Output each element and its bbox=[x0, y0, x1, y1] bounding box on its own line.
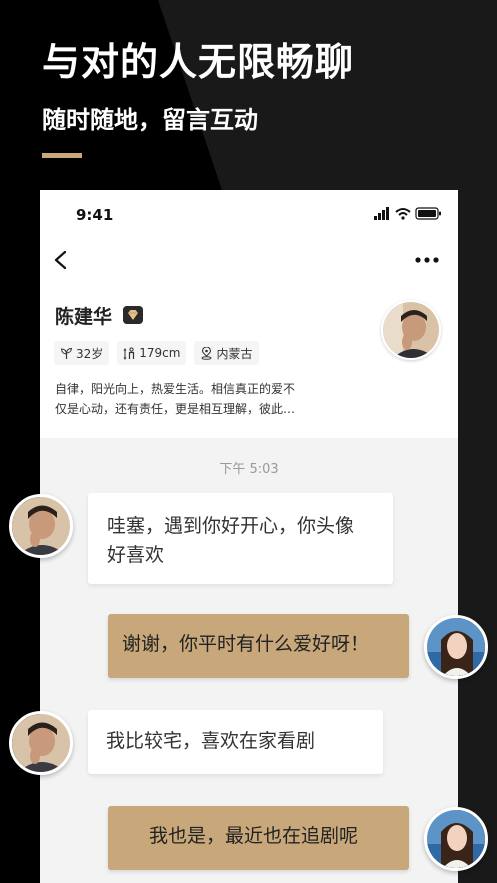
tag-label: 内蒙古 bbox=[216, 346, 253, 361]
message-text: 哇塞，遇到你好开心，你头像 bbox=[107, 515, 355, 537]
tag-height: 179cm bbox=[117, 341, 187, 365]
status-icons bbox=[374, 207, 441, 220]
profile-avatar[interactable] bbox=[381, 300, 441, 360]
message-bubble[interactable]: 哇塞，遇到你好开心，你头像 好喜欢 bbox=[88, 493, 393, 584]
promo-headline: 与对的人无限畅聊 bbox=[42, 40, 355, 84]
phone-screen: 9:41 陈建华 32岁 179cm 内蒙古 自律，阳光向上，热爱生活。相信真正… bbox=[40, 190, 458, 883]
message-bubble[interactable]: 谢谢，你平时有什么爱好呀！ bbox=[108, 614, 409, 678]
message-text: 谢谢，你平时有什么爱好呀！ bbox=[122, 633, 370, 655]
location-icon bbox=[201, 346, 212, 360]
profile-name: 陈建华 bbox=[55, 306, 113, 328]
signal-icon bbox=[374, 207, 389, 220]
wifi-icon bbox=[395, 208, 411, 220]
tag-label: 179cm bbox=[139, 346, 181, 360]
bio-line: 仅是心动，还有责任，更是相互理解，彼此… bbox=[55, 402, 296, 416]
accent-bar bbox=[42, 153, 82, 158]
height-icon bbox=[123, 346, 135, 360]
chat-timestamp: 下午 5:03 bbox=[219, 462, 279, 477]
sender-avatar[interactable] bbox=[9, 494, 73, 558]
tag-label: 32岁 bbox=[76, 346, 104, 361]
receiver-avatar[interactable] bbox=[424, 615, 488, 679]
promo-subline: 随时随地，留言互动 bbox=[42, 106, 258, 134]
battery-icon bbox=[415, 207, 441, 220]
message-bubble[interactable]: 我也是，最近也在追剧呢 bbox=[108, 806, 409, 870]
bio-line: 自律，阳光向上，热爱生活。相信真正的爱不 bbox=[55, 382, 296, 396]
sender-avatar[interactable] bbox=[9, 711, 73, 775]
profile-tags: 32岁 179cm 内蒙古 bbox=[54, 341, 259, 365]
message-text: 好喜欢 bbox=[107, 544, 165, 566]
sprout-icon bbox=[60, 347, 73, 359]
message-text: 我也是，最近也在追剧呢 bbox=[149, 825, 359, 847]
status-time: 9:41 bbox=[76, 206, 114, 224]
message-bubble[interactable]: 我比较宅，喜欢在家看剧 bbox=[88, 710, 383, 774]
diamond-icon bbox=[123, 306, 143, 324]
profile-bio: 自律，阳光向上，热爱生活。相信真正的爱不 仅是心动，还有责任，更是相互理解，彼此… bbox=[55, 379, 355, 419]
back-button[interactable] bbox=[50, 248, 72, 272]
tag-age: 32岁 bbox=[54, 341, 110, 365]
receiver-avatar[interactable] bbox=[424, 807, 488, 871]
more-button[interactable] bbox=[414, 254, 440, 266]
message-text: 我比较宅，喜欢在家看剧 bbox=[106, 730, 316, 752]
tag-location: 内蒙古 bbox=[194, 341, 259, 365]
